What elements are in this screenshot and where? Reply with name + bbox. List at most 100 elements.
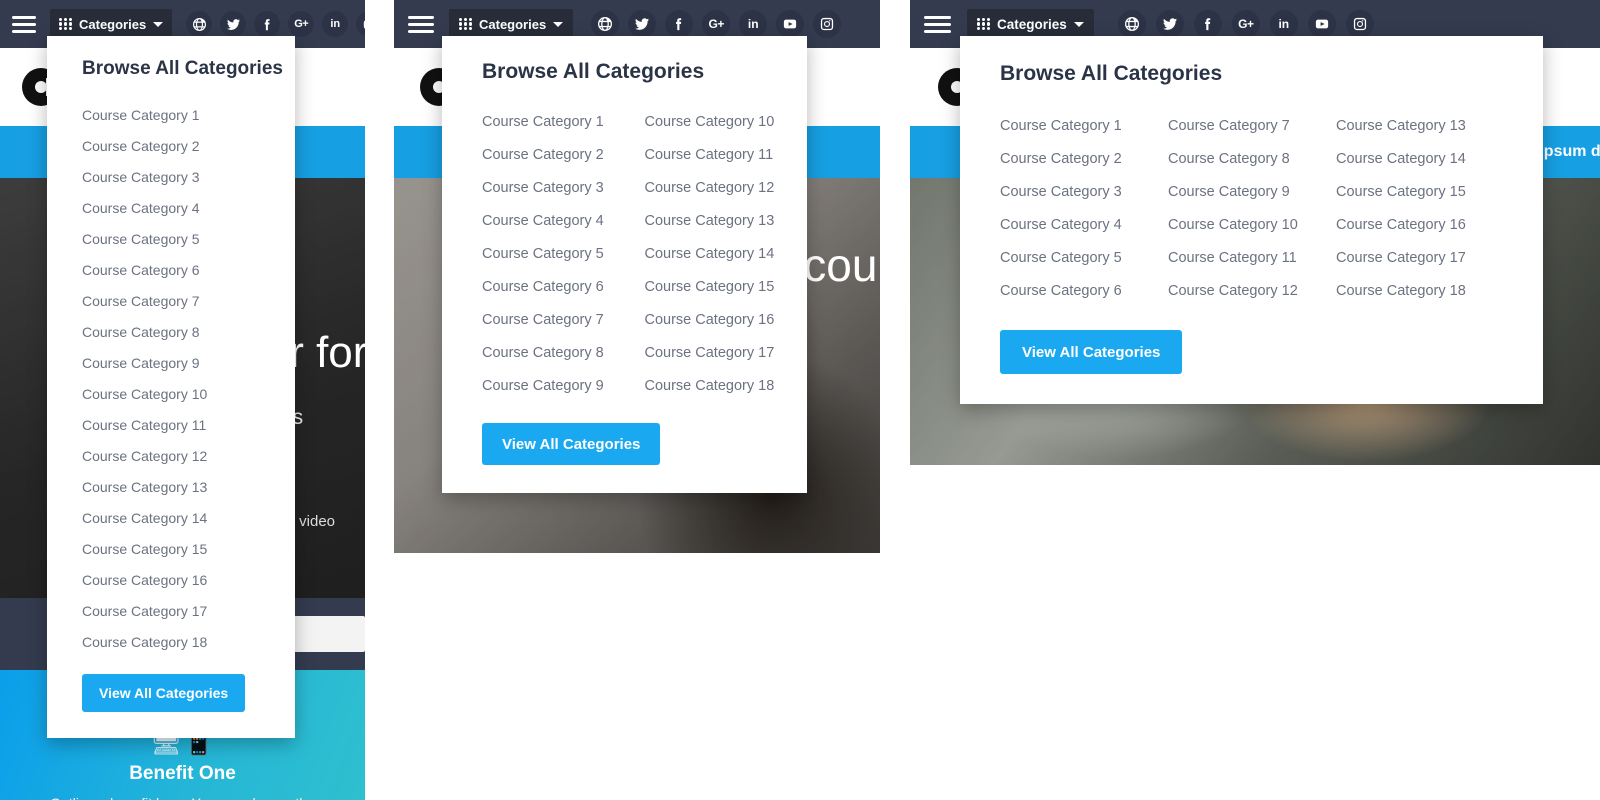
globe-icon[interactable] — [186, 11, 213, 37]
dropdown-column: Course Category 1 Course Category 2 Course… — [482, 106, 645, 403]
category-link[interactable]: Course Category 14 — [47, 503, 207, 534]
categories-button[interactable]: Categories — [449, 9, 574, 39]
linkedin-icon[interactable]: in — [322, 11, 349, 37]
screenshot-stage: Alert content goes here Register for acc… — [0, 0, 1600, 800]
category-link[interactable]: Course Category 6 — [47, 255, 207, 286]
category-link[interactable]: Course Category 18 — [1336, 275, 1504, 308]
category-link[interactable]: Course Category 16 — [1336, 209, 1504, 242]
category-link[interactable]: Course Category 4 — [1000, 209, 1168, 242]
category-link[interactable]: Course Category 11 — [645, 139, 808, 172]
dropdown-title: Browse All Categories — [82, 58, 283, 79]
view-all-categories-button[interactable]: View All Categories — [82, 674, 246, 712]
hamburger-menu-icon[interactable] — [12, 15, 36, 33]
hamburger-line — [924, 22, 951, 26]
category-link[interactable]: Course Category 15 — [47, 534, 207, 565]
category-link[interactable]: Course Category 9 — [47, 348, 207, 379]
hamburger-line — [408, 22, 434, 26]
category-link[interactable]: Course Category 2 — [482, 139, 645, 172]
categories-dropdown: Browse All Categories Course Category 1C… — [960, 36, 1543, 404]
view-all-categories-button[interactable]: View All Categories — [1000, 330, 1183, 374]
dropdown-title: Browse All Categories — [1000, 62, 1223, 85]
category-link[interactable]: Course Category 1 — [1000, 110, 1168, 143]
category-link[interactable]: Course Category 18 — [645, 370, 808, 403]
category-link[interactable]: Course Category 8 — [47, 317, 207, 348]
category-link[interactable]: Course Category 13 — [1336, 110, 1504, 143]
hamburger-line — [408, 29, 434, 33]
linkedin-icon[interactable]: in — [739, 10, 768, 38]
caret-down-icon — [553, 21, 564, 27]
category-link[interactable]: Course Category 18 — [47, 627, 207, 658]
category-link[interactable]: Course Category 17 — [47, 596, 207, 627]
hamburger-menu-icon[interactable] — [408, 15, 434, 33]
category-link[interactable]: Course Category 17 — [1336, 242, 1504, 275]
category-link[interactable]: Course Category 2 — [47, 131, 207, 162]
linkedin-icon[interactable]: in — [1269, 10, 1298, 38]
category-link[interactable]: Course Category 1 — [482, 106, 645, 139]
category-link[interactable]: Course Category 4 — [47, 193, 207, 224]
hamburger-line — [924, 29, 951, 33]
category-link[interactable]: Course Category 17 — [645, 337, 808, 370]
category-link[interactable]: Course Category 14 — [1336, 143, 1504, 176]
youtube-icon[interactable] — [356, 11, 365, 37]
twitter-icon[interactable] — [628, 10, 657, 38]
category-link[interactable]: Course Category 5 — [47, 224, 207, 255]
instagram-icon[interactable] — [1345, 10, 1374, 38]
twitter-icon[interactable] — [220, 11, 247, 37]
youtube-icon[interactable] — [1307, 10, 1336, 38]
google-plus-icon[interactable]: G+ — [702, 10, 731, 38]
google-plus-icon[interactable]: G+ — [288, 11, 315, 37]
view-all-categories-button[interactable]: View All Categories — [482, 423, 661, 465]
category-link[interactable]: Course Category 11 — [1168, 242, 1336, 275]
globe-icon[interactable] — [1117, 10, 1146, 38]
category-link[interactable]: Course Category 2 — [1000, 143, 1168, 176]
category-link[interactable]: Course Category 12 — [47, 441, 207, 472]
twitter-icon[interactable] — [1155, 10, 1184, 38]
category-link[interactable]: Course Category 11 — [47, 410, 207, 441]
category-link[interactable]: Course Category 5 — [482, 238, 645, 271]
category-link[interactable]: Course Category 10 — [645, 106, 808, 139]
category-link[interactable]: Course Category 9 — [482, 370, 645, 403]
category-link[interactable]: Course Category 8 — [482, 337, 645, 370]
category-link[interactable]: Course Category 13 — [645, 205, 808, 238]
browser-panel-wide: Lorem ipsum dolor sit amet Categories — [910, 0, 1600, 465]
category-link[interactable]: Course Category 10 — [47, 379, 207, 410]
category-link[interactable]: Course Category 1 — [47, 100, 207, 131]
category-link[interactable]: Course Category 7 — [47, 286, 207, 317]
categories-button[interactable]: Categories — [50, 9, 173, 39]
category-link[interactable]: Course Category 15 — [1336, 176, 1504, 209]
category-link[interactable]: Course Category 12 — [1168, 275, 1336, 308]
caret-down-icon — [153, 21, 164, 27]
instagram-icon[interactable] — [813, 10, 842, 38]
categories-button[interactable]: Categories — [967, 9, 1094, 39]
category-link[interactable]: Course Category 3 — [47, 162, 207, 193]
category-link[interactable]: Course Category 4 — [482, 205, 645, 238]
category-link[interactable]: Course Category 7 — [1168, 110, 1336, 143]
facebook-icon[interactable] — [665, 10, 694, 38]
category-link[interactable]: Course Category 13 — [47, 472, 207, 503]
category-link[interactable]: Course Category 16 — [645, 304, 808, 337]
category-link[interactable]: Course Category 14 — [645, 238, 808, 271]
category-link[interactable]: Course Category 9 — [1168, 176, 1336, 209]
category-link[interactable]: Course Category 12 — [645, 172, 808, 205]
category-link[interactable]: Course Category 6 — [1000, 275, 1168, 308]
google-plus-icon[interactable]: G+ — [1231, 10, 1260, 38]
globe-icon[interactable] — [591, 10, 620, 38]
youtube-icon[interactable] — [776, 10, 805, 38]
category-link[interactable]: Course Category 6 — [482, 271, 645, 304]
hamburger-menu-icon[interactable] — [924, 15, 951, 33]
categories-button-label: Categories — [79, 16, 147, 32]
category-link[interactable]: Course Category 3 — [482, 172, 645, 205]
category-link[interactable]: Course Category 10 — [1168, 209, 1336, 242]
social-links: G+ in — [186, 11, 365, 37]
facebook-icon[interactable] — [1193, 10, 1222, 38]
facebook-icon[interactable] — [254, 11, 281, 37]
category-link[interactable]: Course Category 8 — [1168, 143, 1336, 176]
dropdown-column: Course Category 13 Course Category 14 Cour… — [1336, 110, 1504, 308]
social-links: G+ in — [1117, 10, 1374, 38]
category-link[interactable]: Course Category 5 — [1000, 242, 1168, 275]
category-link[interactable]: Course Category 7 — [482, 304, 645, 337]
categories-button-label: Categories — [479, 16, 547, 32]
category-link[interactable]: Course Category 15 — [645, 271, 808, 304]
category-link[interactable]: Course Category 3 — [1000, 176, 1168, 209]
category-link[interactable]: Course Category 16 — [47, 565, 207, 596]
